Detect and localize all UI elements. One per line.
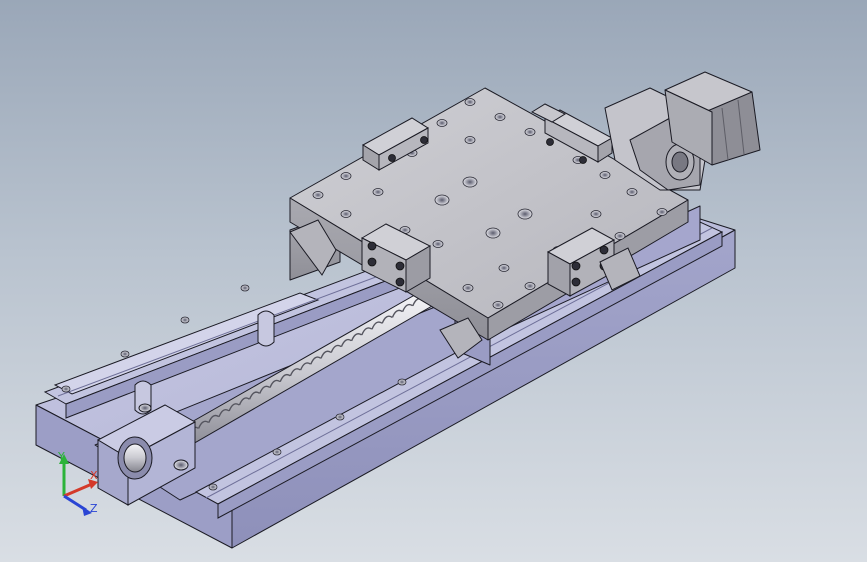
- x-axis-arrow: [63, 482, 93, 498]
- linear-stage-model[interactable]: [0, 0, 867, 562]
- x-axis-label: X: [90, 469, 98, 482]
- y-axis-label: Y: [58, 450, 65, 463]
- z-axis-label: Z: [90, 502, 98, 515]
- coordinate-triad: [59, 454, 98, 516]
- cad-viewport[interactable]: Y X Z: [0, 0, 867, 562]
